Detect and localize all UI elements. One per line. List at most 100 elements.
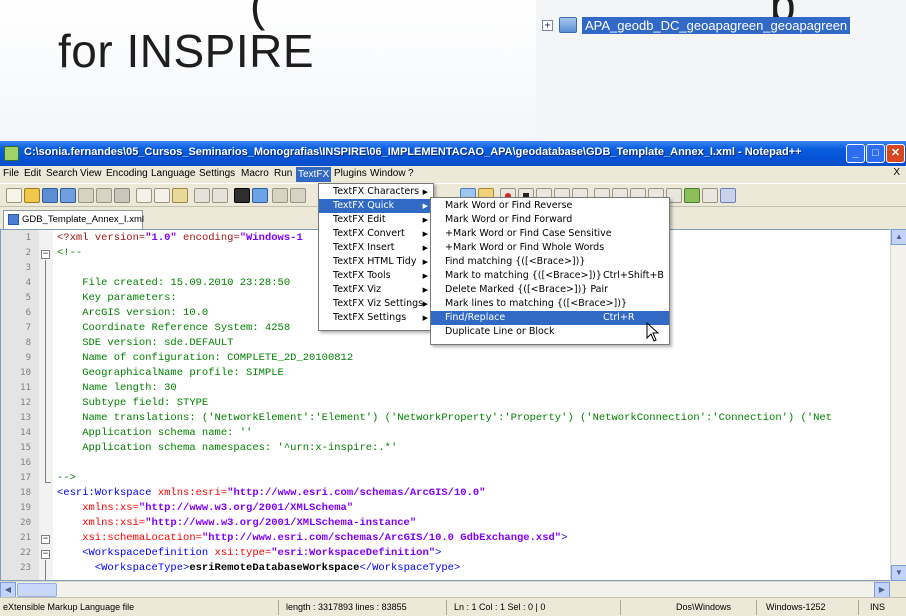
redo-icon[interactable] <box>212 188 228 203</box>
menu-item-textfx-insert[interactable]: TextFX Insert ▶ <box>319 241 433 255</box>
menu-search[interactable]: Search <box>46 168 78 179</box>
scroll-thumb[interactable] <box>17 583 57 597</box>
menu-item-duplicate-line[interactable]: Duplicate Line or Block <box>431 325 669 339</box>
tab-label: GDB_Template_Annex_I.xml <box>22 214 144 225</box>
close-button[interactable]: ✕ <box>886 144 905 163</box>
menu-edit[interactable]: Edit <box>24 168 41 179</box>
code-line: ArcGIS version: 10.0 <box>57 307 209 319</box>
menu-item-textfx-viz[interactable]: TextFX Viz ▶ <box>319 283 433 297</box>
minimize-button[interactable]: _ <box>846 144 865 163</box>
line-number: 1 <box>25 233 31 243</box>
spellcheck-icon[interactable] <box>720 188 736 203</box>
open-file-icon[interactable] <box>24 188 40 203</box>
close-document-icon[interactable]: X <box>893 167 900 178</box>
vertical-scrollbar[interactable]: ▲ ▼ <box>890 229 906 581</box>
menu-language[interactable]: Language <box>151 168 196 179</box>
arccatalog-panel: p + APA_geodb_DC_geoapagreen_geoapagreen <box>536 0 906 138</box>
line-number: 22 <box>20 548 31 558</box>
menu-item-mark-word-case[interactable]: +Mark Word or Find Case Sensitive <box>431 227 669 241</box>
cut-icon[interactable] <box>136 188 152 203</box>
find-icon[interactable] <box>234 188 250 203</box>
fold-toggle-icon[interactable]: − <box>41 250 50 259</box>
replace-icon[interactable] <box>252 188 268 203</box>
catalog-tree-item[interactable]: + APA_geodb_DC_geoapagreen_geoapagreen <box>542 14 906 36</box>
zoom-out-icon[interactable] <box>290 188 306 203</box>
scroll-down-icon[interactable]: ▼ <box>891 565 906 581</box>
menu-window[interactable]: Window <box>370 168 406 179</box>
tree-expand-icon[interactable]: + <box>542 19 553 31</box>
code-line: Application schema name: '' <box>57 427 253 439</box>
menu-encoding[interactable]: Encoding <box>106 168 148 179</box>
menu-item-mark-word-whole[interactable]: +Mark Word or Find Whole Words <box>431 241 669 255</box>
menu-item-mark-to-matching-brace[interactable]: Mark to matching {([<Brace>])} Ctrl+Shift… <box>431 269 669 283</box>
scroll-up-icon[interactable]: ▲ <box>891 229 906 245</box>
code-line: Name translations: ('NetworkElement':'El… <box>57 412 833 424</box>
horizontal-scrollbar[interactable]: ◀ ▶ <box>0 581 890 598</box>
menu-settings[interactable]: Settings <box>199 168 235 179</box>
menu-item-textfx-quick[interactable]: TextFX Quick ▶ <box>319 199 433 213</box>
new-file-icon[interactable] <box>6 188 22 203</box>
code-line: SDE version: sde.DEFAULT <box>57 337 234 349</box>
menu-plugins[interactable]: Plugins <box>334 168 367 179</box>
code-line: <?xml version="1.0" encoding="Windows-1 <box>57 232 303 244</box>
submenu-arrow-icon: ▶ <box>422 188 428 196</box>
menu-item-delete-marked-pair[interactable]: Delete Marked {([<Brace>])} Pair <box>431 283 669 297</box>
line-number: 16 <box>20 458 31 468</box>
line-number: 8 <box>25 338 31 348</box>
code-line: <WorkspaceType>esriRemoteDatabaseWorkspa… <box>57 562 461 574</box>
menu-item-mark-word-forward[interactable]: Mark Word or Find Forward <box>431 213 669 227</box>
menu-item-textfx-tools[interactable]: TextFX Tools ▶ <box>319 269 433 283</box>
menu-view[interactable]: View <box>80 168 102 179</box>
fold-toggle-icon[interactable]: − <box>41 550 50 559</box>
menu-macro[interactable]: Macro <box>241 168 269 179</box>
code-line: --> <box>57 472 76 484</box>
line-number: 19 <box>20 503 31 513</box>
menu-item-textfx-html-tidy[interactable]: TextFX HTML Tidy ▶ <box>319 255 433 269</box>
menu-item-textfx-viz-settings[interactable]: TextFX Viz Settings ▶ <box>319 297 433 311</box>
status-encoding: Windows-1252 <box>766 602 826 612</box>
notepadpp-app-icon <box>4 146 19 161</box>
line-number: 20 <box>20 518 31 528</box>
status-divider <box>858 600 859 615</box>
status-length: length : 3317893 lines : 83855 <box>286 602 407 612</box>
fold-margin <box>39 230 53 580</box>
save-all-icon[interactable] <box>60 188 76 203</box>
undo-icon[interactable] <box>194 188 210 203</box>
menu-item-textfx-characters[interactable]: TextFX Characters ▶ <box>319 185 433 199</box>
menu-file[interactable]: File <box>3 168 19 179</box>
menu-item-find-matching-brace[interactable]: Find matching {([<Brace>])} <box>431 255 669 269</box>
zoom-in-icon[interactable] <box>272 188 288 203</box>
menu-help[interactable]: ? <box>408 168 414 179</box>
copy-icon[interactable] <box>154 188 170 203</box>
line-number: 12 <box>20 398 31 408</box>
tab-gdb-template[interactable]: GDB_Template_Annex_I.xml <box>3 210 144 229</box>
code-line: xmlns:xs="http://www.w3.org/2001/XMLSche… <box>57 502 354 514</box>
scroll-left-icon[interactable]: ◀ <box>0 582 16 598</box>
menu-item-textfx-edit[interactable]: TextFX Edit ▶ <box>319 213 433 227</box>
fold-toggle-icon[interactable]: − <box>41 535 50 544</box>
line-number: 2 <box>25 248 31 258</box>
menu-item-textfx-settings[interactable]: TextFX Settings ▶ <box>319 311 433 325</box>
menu-item-mark-lines-to-matching[interactable]: Mark lines to matching {([<Brace>])} <box>431 297 669 311</box>
print-icon[interactable] <box>114 188 130 203</box>
plugin-icon[interactable] <box>684 188 700 203</box>
scroll-right-icon[interactable]: ▶ <box>874 582 890 598</box>
line-number: 23 <box>20 563 31 573</box>
maximize-button[interactable]: □ <box>866 144 885 163</box>
menu-item-find-replace[interactable]: Find/Replace Ctrl+R <box>431 311 669 325</box>
save-icon[interactable] <box>42 188 58 203</box>
menu-bar: File Edit Search View Encoding Language … <box>0 166 906 183</box>
close-file-icon[interactable] <box>78 188 94 203</box>
paste-icon[interactable] <box>172 188 188 203</box>
line-number: 21 <box>20 533 31 543</box>
menu-textfx[interactable]: TextFX <box>296 167 332 182</box>
line-number: 14 <box>20 428 31 438</box>
catalog-item-label[interactable]: APA_geodb_DC_geoapagreen_geoapagreen <box>582 16 851 34</box>
menu-item-textfx-convert[interactable]: TextFX Convert ▶ <box>319 227 433 241</box>
menu-item-mark-word-reverse[interactable]: Mark Word or Find Reverse <box>431 199 669 213</box>
plugin-manager-icon[interactable] <box>702 188 718 203</box>
menu-run[interactable]: Run <box>274 168 292 179</box>
close-all-icon[interactable] <box>96 188 112 203</box>
line-number: 10 <box>20 368 31 378</box>
status-bar: eXtensible Markup Language file length :… <box>0 597 906 616</box>
